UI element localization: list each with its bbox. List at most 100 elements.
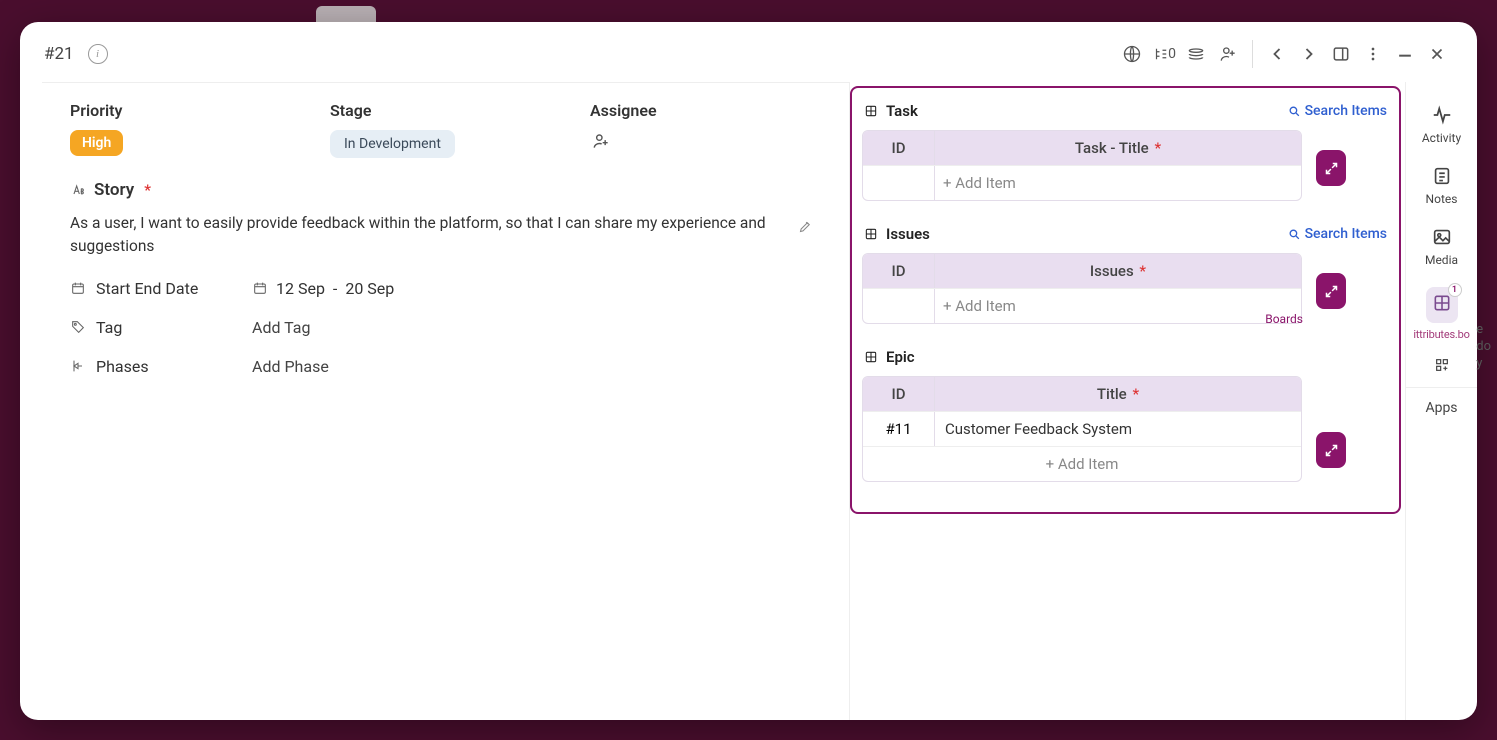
epic-add-item[interactable]: + Add Item: [863, 447, 1301, 481]
task-title: Task: [886, 102, 918, 120]
priority-label: Priority: [70, 101, 310, 120]
expand-icon: [1324, 161, 1339, 176]
tag-icon: [70, 319, 86, 335]
sidebar-activity-label: Activity: [1422, 131, 1461, 145]
story-label: Story: [94, 180, 134, 200]
epic-col-id: ID: [863, 377, 935, 411]
expand-icon: [1324, 443, 1339, 458]
right-sidebar: Activity Notes Media 1 ittributes.bo: [1405, 82, 1477, 720]
epic-title: Epic: [886, 348, 915, 366]
search-items-label: Search Items: [1305, 226, 1387, 242]
grid-icon: [864, 104, 878, 118]
task-col-title: Task - Title *: [935, 131, 1301, 165]
epic-table: ID Title * #11 Customer Feedback System …: [862, 376, 1302, 482]
search-icon: [1288, 105, 1301, 118]
links-icon[interactable]: 0: [1148, 38, 1180, 70]
search-items-task[interactable]: Search Items: [1288, 103, 1387, 119]
calendar-icon: [70, 280, 86, 296]
stage-label: Stage: [330, 101, 570, 120]
modal-header: #21 i 0: [20, 22, 1477, 82]
modal-window: #21 i 0: [20, 22, 1477, 720]
modal-body: Priority High Stage In Development Assig…: [20, 82, 1477, 720]
task-table: ID Task - Title * + Add Item: [862, 130, 1302, 201]
issues-empty-id: [863, 289, 935, 323]
grid-icon: [864, 350, 878, 364]
header-divider: [1252, 40, 1253, 68]
share-person-icon[interactable]: [1212, 38, 1244, 70]
ticket-id: #21: [44, 44, 74, 64]
search-items-label: Search Items: [1305, 103, 1387, 119]
panel-toggle-icon[interactable]: [1325, 38, 1357, 70]
widgets-icon: [1434, 357, 1450, 373]
activity-icon: [1431, 104, 1453, 126]
stage-field: Stage In Development: [330, 101, 570, 158]
text-icon: [70, 182, 86, 198]
close-icon[interactable]: [1421, 38, 1453, 70]
date-row: Start End Date 12 Sep - 20 Sep: [70, 279, 813, 298]
calendar-icon: [252, 280, 268, 296]
grid-icon: [864, 227, 878, 241]
issues-add-item[interactable]: + Add Item: [935, 289, 1301, 323]
expand-issues-button[interactable]: [1316, 273, 1346, 309]
more-icon[interactable]: [1357, 38, 1389, 70]
sidebar-divider: [1406, 387, 1477, 388]
edit-icon[interactable]: [798, 218, 813, 241]
phases-icon: [70, 358, 86, 374]
detail-pane: Priority High Stage In Development Assig…: [42, 82, 849, 720]
expand-icon: [1324, 284, 1339, 299]
task-add-item[interactable]: + Add Item: [935, 166, 1301, 200]
end-date: 20 Sep: [345, 279, 394, 298]
add-phase-button[interactable]: Add Phase: [252, 357, 329, 376]
search-items-issues[interactable]: Search Items: [1288, 226, 1387, 242]
sidebar-widgets[interactable]: [1406, 353, 1477, 377]
epic-col-title: Title *: [935, 377, 1301, 411]
add-tag-button[interactable]: Add Tag: [252, 318, 311, 337]
sidebar-attributes-label: ittributes.bo: [1413, 328, 1469, 341]
epic-row-id: #11: [863, 412, 935, 446]
sidebar-apps[interactable]: Apps: [1406, 398, 1477, 424]
task-col-id: ID: [863, 131, 935, 165]
start-date: 12 Sep: [276, 279, 325, 298]
sidebar-activity[interactable]: Activity: [1406, 96, 1477, 153]
assignee-field: Assignee: [590, 101, 790, 158]
tag-row: Tag Add Tag: [70, 318, 813, 337]
phases-label: Phases: [96, 357, 149, 376]
minimize-icon[interactable]: [1389, 38, 1421, 70]
priority-field: Priority High: [70, 101, 310, 158]
stack-icon[interactable]: [1180, 38, 1212, 70]
notes-icon: [1431, 165, 1453, 187]
relations-pane: Task Search Items ID Task - Title *: [849, 82, 1405, 720]
info-icon[interactable]: i: [88, 44, 108, 64]
stage-value[interactable]: In Development: [330, 130, 455, 158]
date-label: Start End Date: [96, 279, 198, 298]
assignee-label: Assignee: [590, 101, 790, 120]
date-value[interactable]: 12 Sep - 20 Sep: [252, 279, 394, 298]
media-icon: [1431, 226, 1453, 248]
story-value: As a user, I want to easily provide feed…: [70, 214, 766, 255]
sidebar-apps-label: Apps: [1425, 400, 1457, 416]
story-text[interactable]: As a user, I want to easily provide feed…: [70, 212, 813, 259]
story-header: Story *: [70, 180, 813, 200]
next-icon[interactable]: [1293, 38, 1325, 70]
expand-task-button[interactable]: [1316, 150, 1346, 186]
links-count: 0: [1168, 46, 1176, 62]
issues-col-id: ID: [863, 254, 935, 288]
sidebar-media[interactable]: Media: [1406, 218, 1477, 275]
priority-value[interactable]: High: [70, 130, 123, 156]
sidebar-attributes[interactable]: 1 ittributes.bo: [1406, 279, 1477, 349]
issues-table: ID Issues * + Add Item: [862, 253, 1302, 324]
epic-row[interactable]: #11 Customer Feedback System: [863, 411, 1301, 446]
relations-panel-highlight: Task Search Items ID Task - Title *: [850, 86, 1401, 514]
sidebar-notes-label: Notes: [1426, 192, 1458, 206]
sidebar-notes[interactable]: Notes: [1406, 157, 1477, 214]
relation-section-issues: Issues Search Items ID Issues *: [862, 221, 1389, 324]
issues-title: Issues: [886, 225, 930, 243]
sidebar-media-label: Media: [1425, 253, 1458, 267]
globe-icon[interactable]: [1116, 38, 1148, 70]
date-separator: -: [333, 279, 337, 298]
tag-label: Tag: [96, 318, 122, 337]
prev-icon[interactable]: [1261, 38, 1293, 70]
expand-epic-button[interactable]: [1316, 432, 1346, 468]
add-assignee-icon[interactable]: [590, 130, 612, 152]
relation-section-epic: Epic ID Title * #11 Cu: [862, 344, 1389, 482]
